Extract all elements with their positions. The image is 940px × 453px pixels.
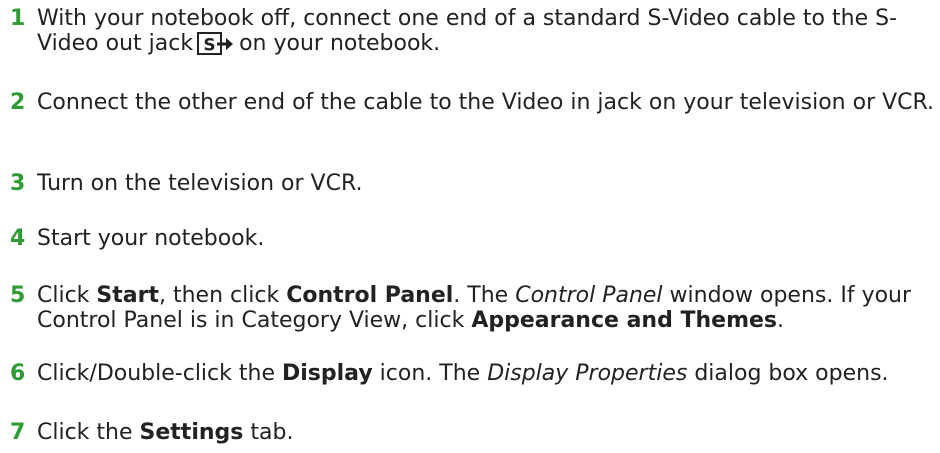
step-text-part: dialog box opens. <box>687 361 889 386</box>
window-name-control-panel: Control Panel <box>515 283 663 308</box>
step-text: Click the Settings tab. <box>37 420 935 445</box>
ui-term-display: Display <box>281 361 373 386</box>
step-3: 3 Turn on the television or VCR. <box>0 171 935 196</box>
step-number: 3 <box>10 171 26 196</box>
step-text: With your notebook off, connect one end … <box>37 6 935 56</box>
step-text: Start your notebook. <box>37 226 265 251</box>
step-2: 2 Connect the other end of the cable to … <box>0 90 935 115</box>
step-text-part: Click/Double-click the <box>37 361 282 386</box>
ui-term-appearance-and-themes: Appearance and Themes <box>471 308 778 333</box>
step-6: 6 Click/Double-click the Display icon. T… <box>0 361 935 386</box>
svg-text:S: S <box>203 36 215 56</box>
step-text: Click Start, then click Control Panel. T… <box>37 283 935 333</box>
step-number: 1 <box>10 6 26 31</box>
step-text: Turn on the television or VCR. <box>37 171 363 196</box>
step-text-part: Click the <box>37 420 140 445</box>
step-1: 1 With your notebook off, connect one en… <box>0 6 935 56</box>
ui-term-start: Start <box>96 283 159 308</box>
step-text-part: . The <box>453 283 516 308</box>
step-text-part: Click <box>37 283 97 308</box>
step-7: 7 Click the Settings tab. <box>0 420 935 445</box>
ui-term-control-panel: Control Panel <box>286 283 454 308</box>
ui-term-settings: Settings <box>139 420 244 445</box>
step-number: 6 <box>10 361 26 386</box>
step-text-part: With your notebook off, connect one end … <box>37 6 898 56</box>
step-text: Click/Double-click the Display icon. The… <box>37 361 935 386</box>
step-4: 4 Start your notebook. <box>0 226 935 251</box>
step-number: 7 <box>10 420 26 445</box>
step-5: 5 Click Start, then click Control Panel.… <box>0 283 935 333</box>
step-text: Connect the other end of the cable to th… <box>37 90 935 115</box>
s-video-out-icon: S <box>197 32 234 56</box>
step-text-part: icon. The <box>372 361 488 386</box>
step-number: 4 <box>10 226 26 251</box>
step-number: 2 <box>10 90 26 115</box>
step-text-part: tab. <box>243 420 294 445</box>
step-text-part: , then click <box>159 283 287 308</box>
step-text-part: . <box>777 308 785 333</box>
step-number: 5 <box>10 283 26 308</box>
dialog-name-display-properties: Display Properties <box>487 361 688 386</box>
step-text-part: on your notebook. <box>239 31 441 56</box>
